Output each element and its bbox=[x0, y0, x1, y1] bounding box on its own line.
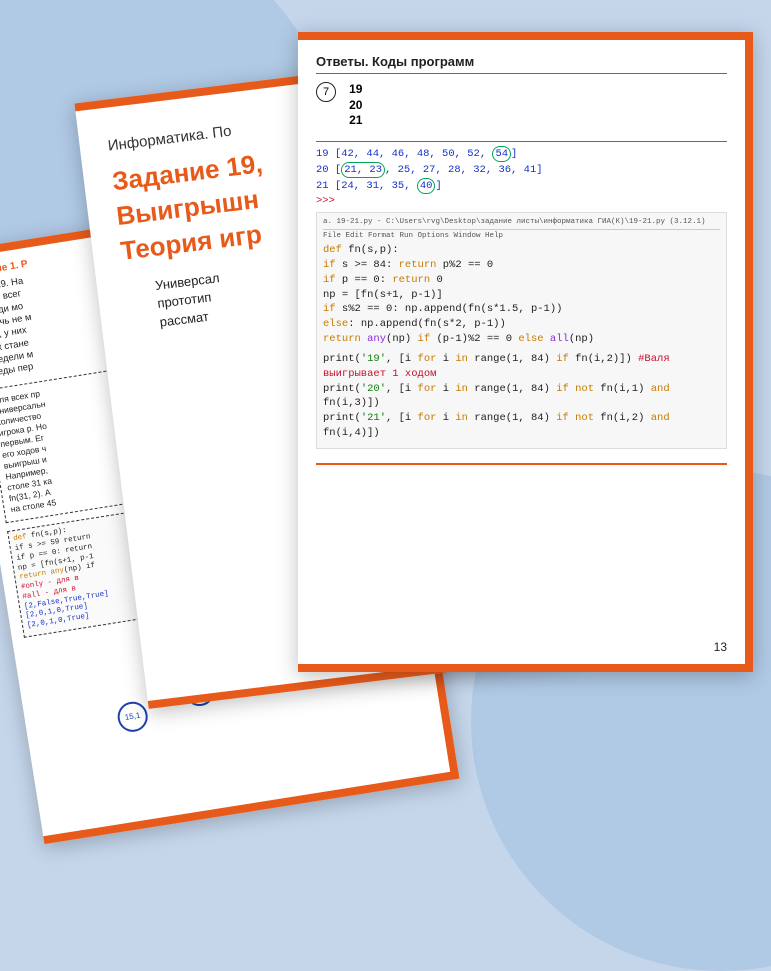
tree-node: 15,1 bbox=[115, 699, 149, 733]
answers-header: Ответы. Коды программ bbox=[316, 54, 727, 74]
window-titlebar: a. 19-21.py - C:\Users\rvg\Desktop\задан… bbox=[323, 217, 720, 230]
answer-value: 21 bbox=[349, 113, 362, 127]
answer-value: 19 bbox=[349, 82, 362, 96]
page-answers: Ответы. Коды программ 7 19 20 21 19 [42,… bbox=[298, 32, 753, 672]
answer-value: 20 bbox=[349, 98, 362, 112]
circled-answer: 54 bbox=[492, 146, 511, 162]
divider bbox=[316, 463, 727, 465]
code-screenshot: a. 19-21.py - C:\Users\rvg\Desktop\задан… bbox=[316, 212, 727, 449]
divider bbox=[316, 141, 727, 142]
page-number: 13 bbox=[714, 640, 727, 654]
program-output: 19 [42, 44, 46, 48, 50, 52, 54] 20 [21, … bbox=[316, 146, 727, 209]
circled-answer: 40 bbox=[417, 178, 436, 194]
answer-block: 7 19 20 21 bbox=[316, 82, 727, 129]
question-number: 7 bbox=[316, 82, 336, 102]
python-prompt: >>> bbox=[316, 194, 727, 208]
circled-answer: 21, 23 bbox=[341, 162, 385, 178]
window-menubar: File Edit Format Run Options Window Help bbox=[323, 231, 720, 242]
